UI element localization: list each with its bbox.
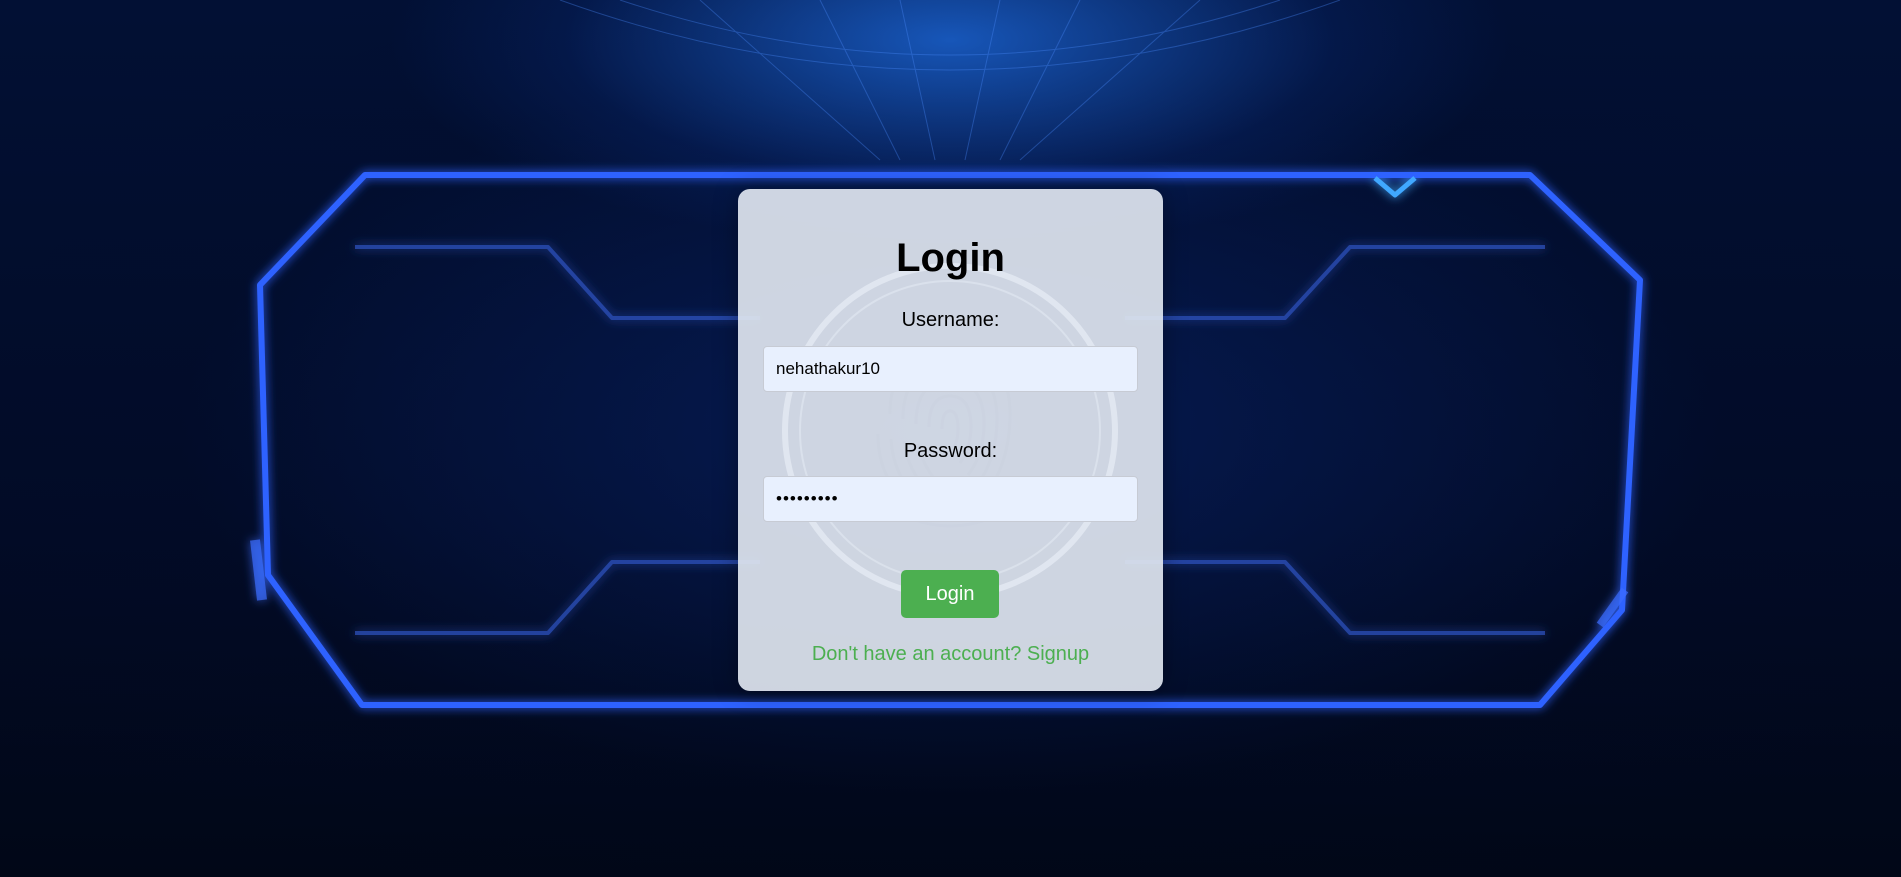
password-label: Password: [903, 440, 998, 462]
inner-frame-top-left [355, 245, 760, 320]
inner-frame-top-right [1125, 245, 1545, 320]
login-button[interactable]: Login [901, 570, 999, 618]
inner-frame-bottom-left [355, 560, 760, 635]
top-rays [559, 0, 1341, 161]
login-card: Login Username: Password: Login Don't ha… [738, 189, 1163, 691]
username-label: Username: [901, 309, 1000, 331]
username-input[interactable] [763, 346, 1138, 392]
password-input[interactable] [763, 476, 1138, 522]
login-title: Login [896, 236, 1005, 280]
signup-link[interactable]: Don't have an account? Signup [738, 643, 1163, 666]
inner-frame-bottom-right [1125, 560, 1545, 635]
